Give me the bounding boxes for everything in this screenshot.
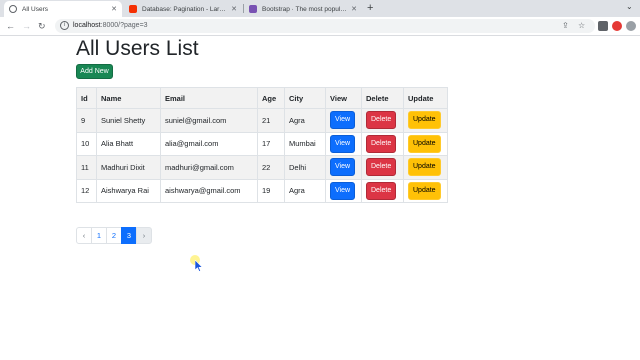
view-button[interactable]: View — [330, 181, 356, 200]
cell-city: Delhi — [284, 155, 326, 180]
pagination-page-2[interactable]: 2 — [106, 227, 122, 244]
close-tab-icon[interactable]: ✕ — [231, 5, 237, 13]
page-content: All Users List Add New Id Name Email Age… — [0, 37, 640, 360]
table-header-row: Id Name Email Age City View Delete Updat… — [76, 87, 448, 109]
update-button[interactable]: Update — [408, 134, 441, 153]
url-path: :8000/?page=3 — [100, 22, 148, 29]
cell-view: View — [325, 179, 362, 203]
delete-button[interactable]: Delete — [366, 111, 397, 130]
header-delete: Delete — [361, 87, 404, 109]
cell-id: 12 — [76, 179, 97, 203]
cell-update: Update — [403, 179, 448, 203]
site-info-icon[interactable]: i — [60, 21, 69, 30]
mouse-pointer-icon — [195, 260, 203, 272]
tab-label: Bootstrap · The most popular HT — [262, 5, 348, 13]
laravel-icon — [129, 5, 137, 13]
url-text: localhost:8000/?page=3 — [73, 21, 148, 31]
browser-tab-bar: All Users ✕ Database: Pagination - Larav… — [0, 0, 640, 17]
delete-button[interactable]: Delete — [366, 158, 397, 177]
cell-id: 11 — [76, 155, 97, 180]
close-tab-icon[interactable]: ✕ — [351, 5, 357, 13]
bootstrap-icon — [249, 5, 257, 13]
url-host: localhost — [73, 22, 101, 29]
tab-label: All Users — [22, 5, 49, 13]
bookmark-star-icon[interactable]: ☆ — [578, 21, 585, 30]
table-row: 12 Aishwarya Rai aishwarya@gmail.com 19 … — [76, 179, 448, 203]
pagination-prev[interactable]: ‹ — [76, 227, 92, 244]
cell-email: alia@gmail.com — [160, 132, 258, 156]
cell-name: Alia Bhatt — [96, 132, 161, 156]
back-arrow-icon[interactable]: ← — [6, 20, 15, 32]
cell-name: Aishwarya Rai — [96, 179, 161, 203]
table-row: 11 Madhuri Dixit madhuri@gmail.com 22 De… — [76, 155, 448, 180]
cell-city: Agra — [284, 179, 326, 203]
table-row: 10 Alia Bhatt alia@gmail.com 17 Mumbai V… — [76, 132, 448, 156]
cell-city: Agra — [284, 108, 326, 133]
cell-age: 19 — [257, 179, 285, 203]
cell-id: 9 — [76, 108, 97, 133]
cell-delete: Delete — [361, 132, 404, 156]
cell-age: 17 — [257, 132, 285, 156]
new-tab-button[interactable]: + — [367, 1, 373, 16]
tab-all-users[interactable]: All Users ✕ — [4, 1, 122, 17]
page-title: All Users List — [76, 37, 199, 60]
delete-button[interactable]: Delete — [366, 134, 397, 153]
cell-update: Update — [403, 108, 448, 133]
cell-name: Madhuri Dixit — [96, 155, 161, 180]
delete-button[interactable]: Delete — [366, 181, 397, 200]
reload-icon[interactable]: ↻ — [38, 20, 46, 32]
cell-id: 10 — [76, 132, 97, 156]
cell-email: aishwarya@gmail.com — [160, 179, 258, 203]
update-button[interactable]: Update — [408, 158, 441, 177]
cell-delete: Delete — [361, 179, 404, 203]
profile-avatar[interactable] — [626, 21, 636, 31]
view-button[interactable]: View — [330, 134, 356, 153]
view-button[interactable]: View — [330, 111, 356, 130]
cell-name: Suniel Shetty — [96, 108, 161, 133]
cell-view: View — [325, 108, 362, 133]
address-bar[interactable]: i localhost:8000/?page=3 ⇪ ☆ — [55, 19, 595, 33]
cell-view: View — [325, 155, 362, 180]
cell-update: Update — [403, 132, 448, 156]
pagination-page-1[interactable]: 1 — [91, 227, 107, 244]
pagination-page-3[interactable]: 3 — [121, 227, 137, 244]
header-id: Id — [76, 87, 97, 109]
extension-icon[interactable] — [598, 21, 608, 31]
tab-laravel-pagination[interactable]: Database: Pagination - Laravel - ✕ — [124, 1, 242, 17]
cell-update: Update — [403, 155, 448, 180]
tab-label: Database: Pagination - Laravel - — [142, 5, 228, 13]
share-icon[interactable]: ⇪ — [562, 21, 569, 30]
update-button[interactable]: Update — [408, 181, 441, 200]
header-name: Name — [96, 87, 161, 109]
close-tab-icon[interactable]: ✕ — [111, 5, 117, 13]
add-new-button[interactable]: Add New — [76, 64, 113, 79]
cell-age: 21 — [257, 108, 285, 133]
forward-arrow-icon[interactable]: → — [22, 20, 31, 32]
cell-delete: Delete — [361, 108, 404, 133]
cell-email: madhuri@gmail.com — [160, 155, 258, 180]
tab-search-icon[interactable]: ⌄ — [626, 2, 633, 11]
cell-age: 22 — [257, 155, 285, 180]
cell-email: suniel@gmail.com — [160, 108, 258, 133]
users-table: Id Name Email Age City View Delete Updat… — [76, 87, 448, 203]
globe-icon — [9, 5, 17, 13]
browser-toolbar: ← → ↻ i localhost:8000/?page=3 ⇪ ☆ — [0, 17, 640, 36]
header-email: Email — [160, 87, 258, 109]
cell-view: View — [325, 132, 362, 156]
cell-city: Mumbai — [284, 132, 326, 156]
update-button[interactable]: Update — [408, 111, 441, 130]
pagination-next[interactable]: › — [136, 227, 152, 244]
cell-delete: Delete — [361, 155, 404, 180]
header-view: View — [325, 87, 362, 109]
view-button[interactable]: View — [330, 158, 356, 177]
tab-bootstrap[interactable]: Bootstrap · The most popular HT ✕ — [244, 1, 362, 17]
header-age: Age — [257, 87, 285, 109]
pagination: ‹ 1 2 3 › — [76, 227, 152, 244]
header-update: Update — [403, 87, 448, 109]
extension-badge-icon[interactable] — [612, 21, 622, 31]
table-row: 9 Suniel Shetty suniel@gmail.com 21 Agra… — [76, 108, 448, 133]
header-city: City — [284, 87, 326, 109]
